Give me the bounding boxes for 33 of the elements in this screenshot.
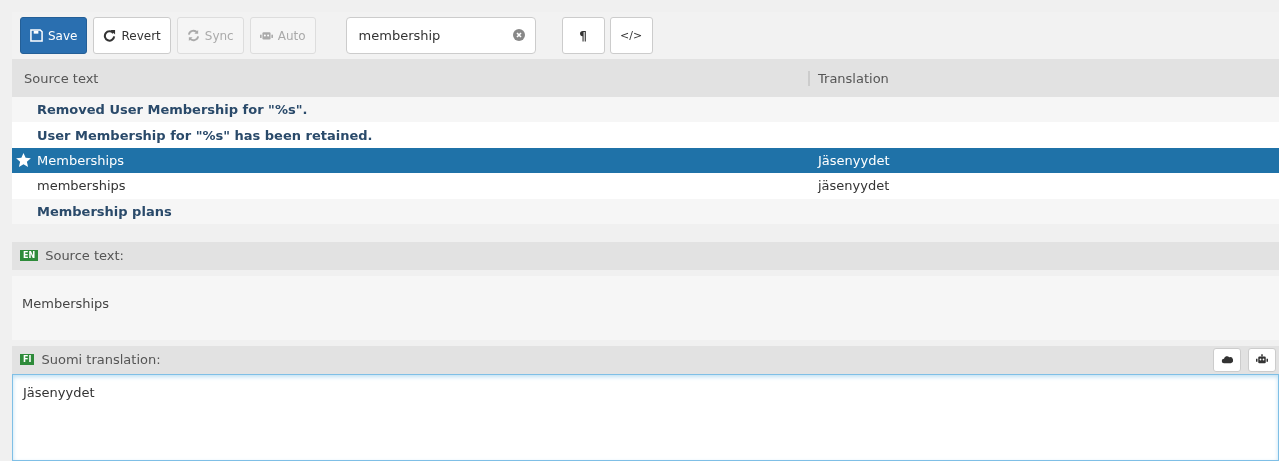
search-field[interactable]: membership [345, 17, 536, 54]
language-badge: FI [20, 354, 35, 366]
pilcrow-button[interactable]: ¶ [561, 17, 605, 54]
clear-icon[interactable] [512, 29, 525, 41]
robot-button[interactable] [1248, 347, 1276, 372]
code-button[interactable]: </> [609, 17, 653, 54]
source-text: User Membership for "%s" has been retained. [37, 127, 373, 143]
revert-button[interactable]: Revert [93, 17, 171, 54]
table-row[interactable]: Removed User Membership for "%s". [12, 97, 1279, 123]
cloud-button[interactable] [1213, 347, 1241, 372]
source-text: Membership plans [37, 203, 172, 219]
table-row[interactable]: User Membership for "%s" has been retained. [12, 122, 1279, 148]
cloud-icon [1221, 354, 1233, 366]
refresh-icon [103, 29, 117, 42]
translation-text: Jäsenyydet [818, 152, 890, 168]
translation-text: jäsenyydet [818, 178, 890, 194]
robot-icon [259, 29, 273, 42]
source-text: Memberships [22, 295, 110, 311]
language-badge: EN [20, 250, 39, 262]
column-header: Translation [808, 70, 1279, 86]
panel-label: Source text: [45, 248, 124, 264]
table-row[interactable]: memberships jäsenyydet [12, 173, 1279, 199]
sync-icon [186, 29, 200, 42]
source-text: Memberships [37, 152, 125, 168]
panel-label: Suomi translation: [41, 352, 161, 368]
save-button[interactable]: Save [20, 17, 88, 54]
table-row[interactable]: Membership plans [12, 198, 1279, 224]
source-text: memberships [37, 178, 126, 194]
translation-input[interactable]: Jäsenyydet [12, 373, 1279, 461]
robot-icon [1256, 354, 1268, 366]
column-header: Source text [23, 70, 100, 86]
table-row[interactable]: Memberships Jäsenyydet [12, 147, 1279, 174]
source-text: Removed User Membership for "%s". [37, 102, 308, 118]
